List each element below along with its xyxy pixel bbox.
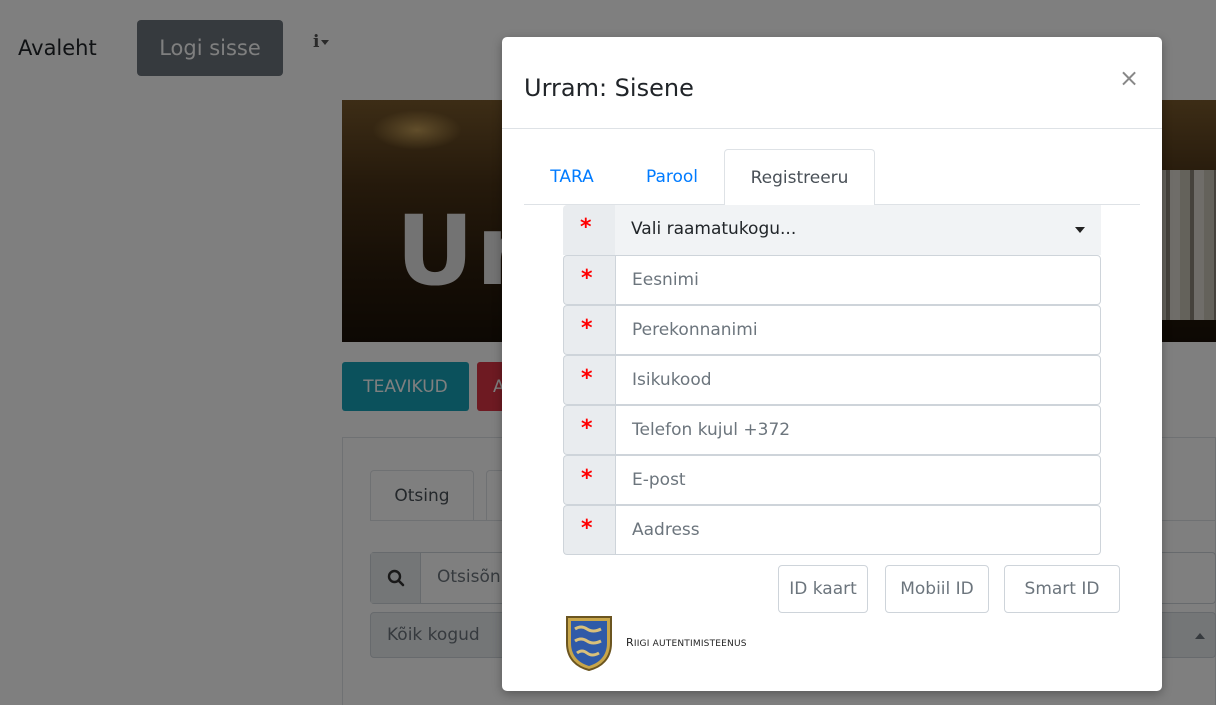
required-marker: * [563, 255, 615, 305]
required-marker: * [563, 305, 615, 355]
idcode-row: * Isikukood [563, 355, 1101, 405]
firstname-placeholder: Eesnimi [632, 270, 699, 290]
required-marker: * [563, 405, 615, 455]
close-icon[interactable]: × [1118, 65, 1140, 91]
modal-header: Urram: Sisene × [502, 37, 1162, 129]
email-input[interactable]: E-post [615, 455, 1101, 505]
email-row: * E-post [563, 455, 1101, 505]
library-select[interactable]: * Vali raamatukogu... [563, 205, 1101, 255]
required-marker: * [563, 205, 615, 255]
idcode-placeholder: Isikukood [632, 370, 712, 390]
id-card-button[interactable]: ID kaart [778, 565, 868, 613]
required-marker: * [563, 505, 615, 555]
idcode-input[interactable]: Isikukood [615, 355, 1101, 405]
required-marker: * [563, 355, 615, 405]
ria-footer-text: RIIGI AUTENTIMISTEENUS [626, 636, 747, 649]
phone-input[interactable]: Telefon kujul +372 [615, 405, 1101, 455]
lastname-input[interactable]: Perekonnanimi [615, 305, 1101, 355]
caret-down-icon [1075, 227, 1085, 233]
required-marker: * [563, 455, 615, 505]
estonian-coat-of-arms-icon [566, 616, 612, 671]
email-placeholder: E-post [632, 470, 686, 490]
address-placeholder: Aadress [632, 520, 700, 540]
lastname-placeholder: Perekonnanimi [632, 320, 758, 340]
firstname-row: * Eesnimi [563, 255, 1101, 305]
ria-initial: R [626, 636, 634, 649]
ria-rest: IIGI AUTENTIMISTEENUS [633, 639, 747, 649]
library-select-box[interactable]: Vali raamatukogu... [615, 205, 1101, 255]
asterisk-icon: * [581, 516, 593, 541]
asterisk-icon: * [581, 466, 593, 491]
library-select-value: Vali raamatukogu... [631, 219, 797, 239]
address-input[interactable]: Aadress [615, 505, 1101, 555]
login-tabs: TARA Parool Registreeru [524, 149, 1140, 206]
firstname-input[interactable]: Eesnimi [615, 255, 1101, 305]
tab-tara[interactable]: TARA [524, 149, 620, 205]
tab-registreeru[interactable]: Registreeru [724, 149, 875, 206]
mobile-id-button[interactable]: Mobiil ID [885, 565, 989, 613]
phone-placeholder: Telefon kujul +372 [632, 420, 791, 440]
smart-id-button[interactable]: Smart ID [1004, 565, 1120, 613]
login-modal: Urram: Sisene × TARA Parool Registreeru … [502, 37, 1162, 691]
asterisk-icon: * [581, 366, 593, 391]
modal-title: Urram: Sisene [524, 74, 694, 102]
phone-row: * Telefon kujul +372 [563, 405, 1101, 455]
asterisk-icon: * [581, 266, 593, 291]
tab-parool[interactable]: Parool [620, 149, 724, 205]
asterisk-icon: * [580, 215, 592, 240]
lastname-row: * Perekonnanimi [563, 305, 1101, 355]
asterisk-icon: * [581, 416, 593, 441]
asterisk-icon: * [581, 316, 593, 341]
address-row: * Aadress [563, 505, 1101, 555]
